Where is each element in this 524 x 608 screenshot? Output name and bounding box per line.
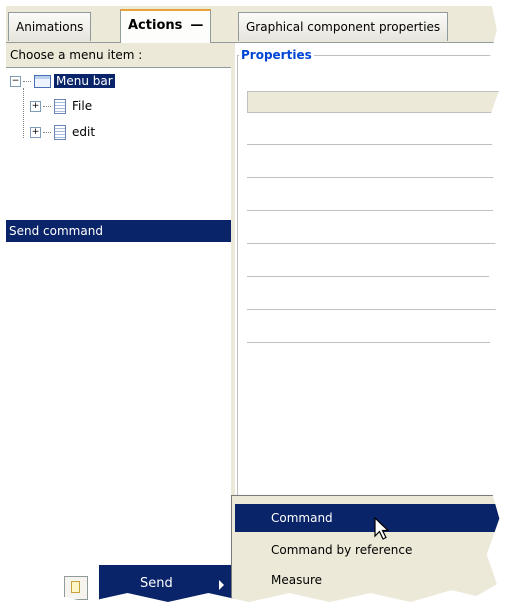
tree-node-label: Menu bar (54, 74, 115, 88)
tab-animations[interactable]: Animations (8, 12, 92, 41)
tree-node-edit[interactable]: + edit (30, 123, 95, 141)
context-menu[interactable]: Send (99, 565, 233, 602)
context-menu-item-send[interactable]: Send (140, 566, 173, 602)
chevron-right-icon (219, 580, 224, 590)
collapse-icon[interactable]: − (10, 76, 21, 87)
properties-grid-row[interactable] (247, 210, 500, 211)
tab-bar: Animations Actions — Graphical component … (6, 6, 500, 43)
tree-node-file[interactable]: + File (30, 97, 92, 115)
expand-icon[interactable]: + (30, 127, 41, 138)
properties-grid-row[interactable] (247, 177, 500, 178)
properties-grid-row[interactable] (247, 243, 500, 244)
tree-connector-line (23, 88, 24, 138)
tree-dots (23, 81, 31, 82)
tree-dots (43, 132, 51, 133)
tab-graphical-component-properties[interactable]: Graphical component properties (238, 12, 449, 41)
tree-node-menu-bar[interactable]: − Menu bar (10, 72, 115, 90)
tree-dots (43, 106, 51, 107)
expand-icon[interactable]: + (30, 101, 41, 112)
tree-node-label: edit (72, 125, 96, 139)
submenu-item-measure[interactable]: Measure (235, 566, 499, 594)
properties-grid-row[interactable] (247, 144, 500, 145)
properties-grid-row[interactable] (247, 276, 500, 277)
properties-grid-row[interactable] (247, 342, 500, 343)
properties-group-title: Properties (239, 45, 314, 65)
menu-tree[interactable]: − Menu bar + File + edit (6, 68, 231, 214)
menubar-icon (34, 75, 51, 88)
properties-grid-header (247, 91, 500, 113)
document-icon (54, 99, 66, 114)
menu-item-chooser-label: Choose a menu item : (6, 43, 231, 68)
tab-actions[interactable]: Actions — (120, 9, 212, 43)
properties-grid-row[interactable] (247, 309, 500, 310)
mouse-pointer-icon (374, 517, 390, 540)
tree-node-label: File (72, 99, 93, 113)
menu-item-panel: Choose a menu item : − Menu bar + File + ed… (6, 43, 232, 602)
new-action-button[interactable] (64, 576, 88, 600)
action-list-item-send-command[interactable]: Send command (6, 220, 231, 242)
application-frame: Animations Actions — Graphical component … (6, 6, 500, 602)
send-submenu[interactable]: Command Command by reference Measure (231, 495, 500, 602)
document-icon (54, 125, 66, 140)
tab-actions-label: Actions (128, 18, 183, 33)
tab-close-icon[interactable]: — (190, 11, 203, 40)
